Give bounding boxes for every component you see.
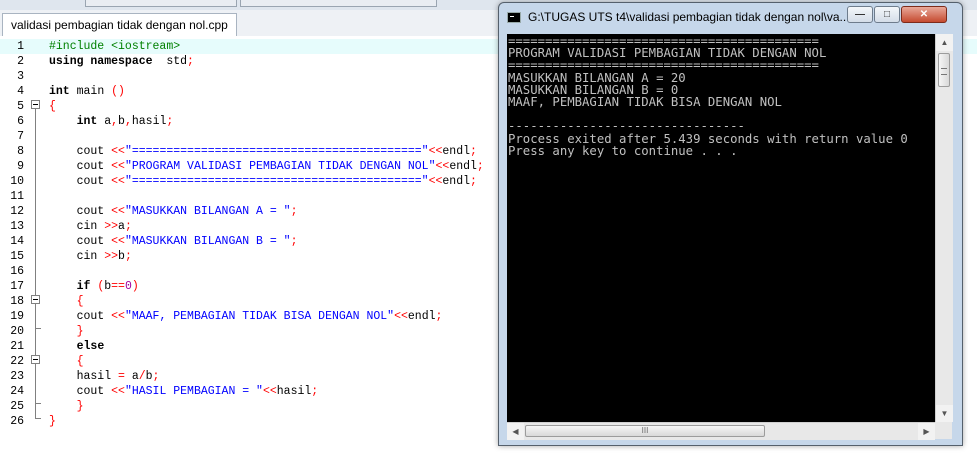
scroll-right-icon[interactable]: ▶ xyxy=(918,423,935,440)
line-number: 16 xyxy=(10,265,24,278)
fold-toggle-icon[interactable] xyxy=(31,100,40,109)
console-titlebar[interactable]: G:\TUGAS UTS t4\validasi pembagian tidak… xyxy=(499,3,962,33)
code-text: cout <<"MASUKKAN BILANGAN B = "; xyxy=(49,235,298,248)
tab-source-file[interactable]: validasi pembagian tidak dengan nol.cpp xyxy=(2,13,237,37)
fold-end-marker xyxy=(36,418,41,419)
fold-toggle-icon[interactable] xyxy=(31,355,40,364)
toolbar-ghost-control xyxy=(240,0,437,7)
console-line: MASUKKAN BILANGAN B = 0 xyxy=(508,82,679,97)
scroll-left-icon[interactable]: ◀ xyxy=(507,423,524,440)
scroll-down-icon[interactable]: ▼ xyxy=(936,405,953,422)
minimize-icon: — xyxy=(855,9,865,20)
code-text: cout <<"================================… xyxy=(49,145,477,158)
line-number: 19 xyxy=(10,310,24,323)
fold-end-marker xyxy=(36,328,41,329)
console-title: G:\TUGAS UTS t4\validasi pembagian tidak… xyxy=(528,10,850,24)
line-number: 8 xyxy=(17,145,24,158)
vertical-scroll-thumb[interactable] xyxy=(938,53,950,87)
line-number: 20 xyxy=(10,325,24,338)
line-number: 11 xyxy=(10,190,24,203)
vertical-scrollbar[interactable]: ▲ ▼ xyxy=(935,34,953,422)
maximize-icon: □ xyxy=(883,9,891,20)
minimize-button[interactable]: — xyxy=(847,6,873,23)
code-text: { xyxy=(76,295,84,308)
code-text: using namespace std; xyxy=(49,55,194,68)
code-text: cout <<"HASIL PEMBAGIAN = "<<hasil; xyxy=(49,385,319,398)
line-number: 14 xyxy=(10,235,24,248)
line-number: 4 xyxy=(17,85,24,98)
code-text: if (b==0) xyxy=(76,280,139,293)
line-number: 1 xyxy=(17,40,24,53)
code-text: } xyxy=(76,325,84,338)
console-app-icon xyxy=(507,12,521,23)
code-text: cout <<"MAAF, PEMBAGIAN TIDAK BISA DENGA… xyxy=(49,310,443,323)
scrollbar-corner xyxy=(935,422,952,439)
scroll-up-icon[interactable]: ▲ xyxy=(936,34,953,51)
line-number: 3 xyxy=(17,70,24,83)
code-text: { xyxy=(49,100,56,113)
code-text: hasil = a/b; xyxy=(49,370,160,383)
console-line: ========================================… xyxy=(508,58,819,73)
line-number: 2 xyxy=(17,55,24,68)
code-text: int a,b,hasil; xyxy=(76,115,174,128)
line-number: 12 xyxy=(10,205,24,218)
console-line: ========================================… xyxy=(508,34,819,48)
console-line: -------------------------------- xyxy=(508,119,745,134)
line-number: 17 xyxy=(10,280,24,293)
line-number: 5 xyxy=(17,100,24,113)
fold-guide xyxy=(35,109,36,419)
close-icon: ✕ xyxy=(919,9,929,20)
code-text: cout <<"MASUKKAN BILANGAN A = "; xyxy=(49,205,298,218)
code-text: int main () xyxy=(49,85,125,98)
line-number: 22 xyxy=(10,355,24,368)
line-number: 9 xyxy=(17,160,24,173)
line-number: 24 xyxy=(10,385,24,398)
console-line: Process exited after 5.439 seconds with … xyxy=(508,131,908,146)
toolbar-ghost-control xyxy=(85,0,237,7)
code-text: { xyxy=(76,355,84,368)
line-number: 23 xyxy=(10,370,24,383)
code-text: cout <<"================================… xyxy=(49,175,477,188)
console-line: PROGRAM VALIDASI PEMBAGIAN TIDAK DENGAN … xyxy=(508,46,827,61)
console-line: MASUKKAN BILANGAN A = 20 xyxy=(508,70,686,85)
code-text: else xyxy=(76,340,105,353)
line-number: 15 xyxy=(10,250,24,263)
code-text: } xyxy=(76,400,84,413)
maximize-button[interactable]: □ xyxy=(874,6,900,23)
line-number: 6 xyxy=(17,115,24,128)
console-output[interactable]: ========================================… xyxy=(507,34,935,422)
line-number: 18 xyxy=(10,295,24,308)
line-number: 13 xyxy=(10,220,24,233)
code-text: #include <iostream> xyxy=(49,40,181,53)
console-line: Press any key to continue . . . xyxy=(508,143,738,158)
code-text: cout <<"PROGRAM VALIDASI PEMBAGIAN TIDAK… xyxy=(49,160,484,173)
fold-toggle-icon[interactable] xyxy=(31,295,40,304)
fold-end-marker xyxy=(36,403,41,404)
code-text: cin >>b; xyxy=(49,250,132,263)
line-number: 26 xyxy=(10,415,24,428)
line-number: 21 xyxy=(10,340,24,353)
line-number: 25 xyxy=(10,400,24,413)
close-button[interactable]: ✕ xyxy=(901,6,947,23)
horizontal-scroll-thumb[interactable]: III xyxy=(525,425,765,437)
line-number: 10 xyxy=(10,175,24,188)
console-window: G:\TUGAS UTS t4\validasi pembagian tidak… xyxy=(498,2,963,446)
code-text: cin >>a; xyxy=(49,220,132,233)
code-text: } xyxy=(49,415,56,428)
console-line: MAAF, PEMBAGIAN TIDAK BISA DENGAN NOL xyxy=(508,95,782,109)
horizontal-scrollbar[interactable]: ◀ III ▶ xyxy=(507,422,935,440)
line-number: 7 xyxy=(17,130,24,143)
